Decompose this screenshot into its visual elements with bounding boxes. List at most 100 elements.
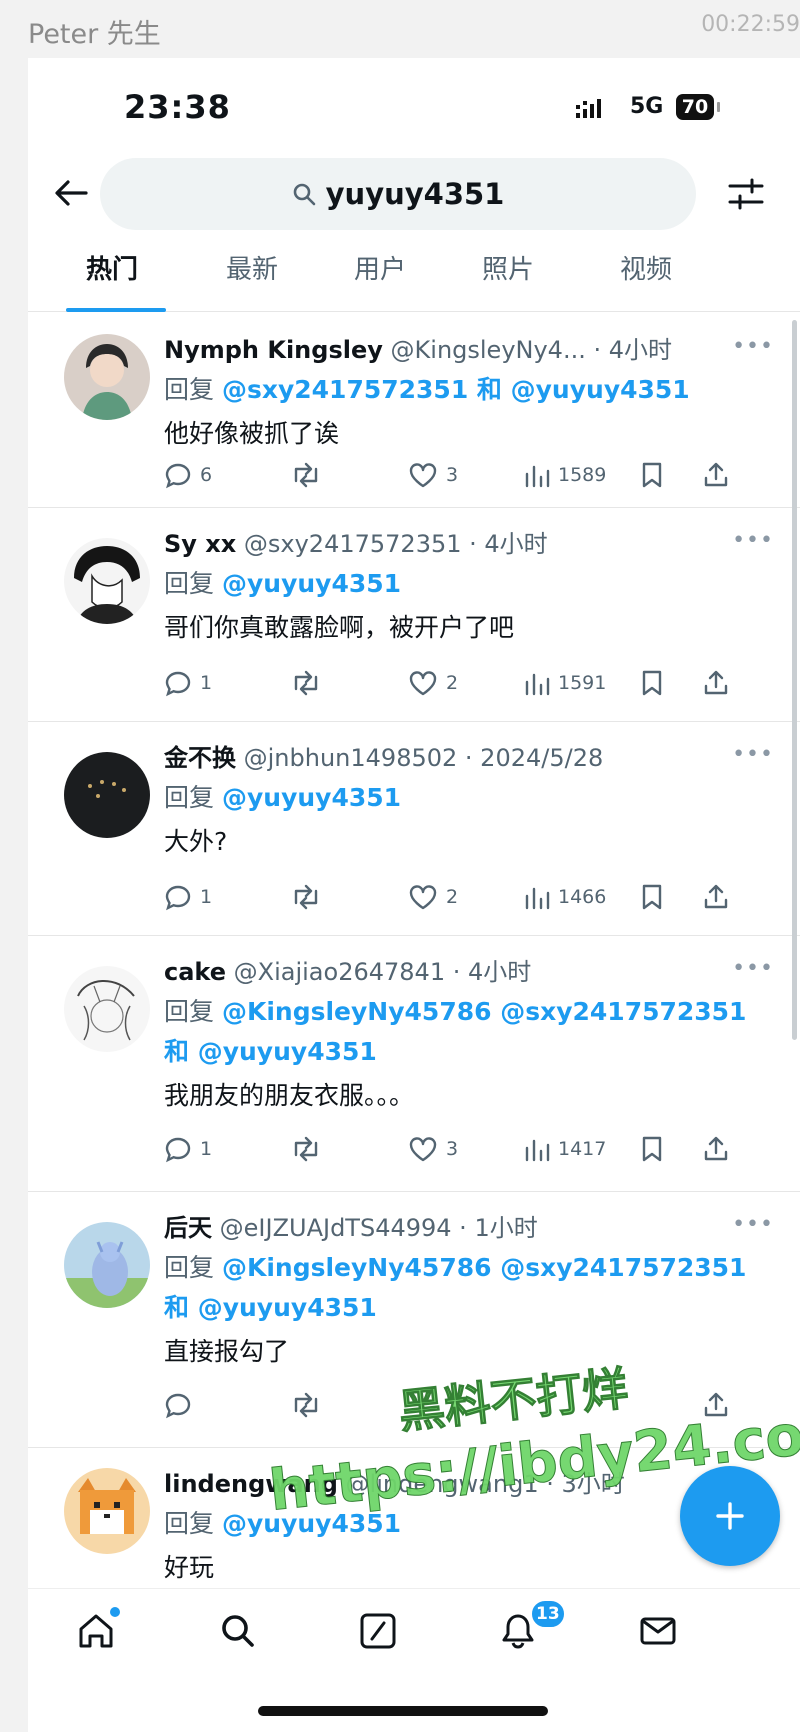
reply-context-line2: 和 @yuyuy4351 <box>164 1032 377 1068</box>
share-button[interactable] <box>702 1132 738 1166</box>
avatar[interactable] <box>64 538 150 624</box>
like-button[interactable]: 3 <box>408 1132 458 1166</box>
tweet-time: 4小时 <box>608 336 673 364</box>
retweet-button[interactable] <box>290 1388 330 1422</box>
tab-videos[interactable]: 视频 <box>620 246 672 312</box>
reply-mentions[interactable]: @sxy2417572351 和 @yuyuy4351 <box>222 375 690 404</box>
avatar[interactable] <box>64 334 150 420</box>
view-count: 1589 <box>558 464 607 486</box>
bookmark-icon <box>642 670 662 696</box>
reply-icon <box>165 1393 191 1419</box>
reply-prefix: 回复 <box>164 1509 215 1538</box>
reply-icon <box>165 885 191 911</box>
search-query: yuyuy4351 <box>325 177 505 211</box>
home-icon <box>79 1614 113 1648</box>
share-button[interactable] <box>702 458 738 492</box>
share-button[interactable] <box>702 880 738 914</box>
tweet-item[interactable]: Nymph Kingsley @KingsleyNy4... · 4小时 •••… <box>28 314 800 508</box>
views-icon <box>525 887 550 910</box>
author-name[interactable]: cake <box>164 958 226 986</box>
reply-mentions[interactable]: 和 @yuyuy4351 <box>164 1293 377 1322</box>
reply-button[interactable]: 6 <box>164 458 212 492</box>
views-button[interactable]: 1466 <box>524 880 606 914</box>
nav-notifications[interactable]: 13 <box>498 1599 566 1661</box>
avatar[interactable] <box>64 966 150 1052</box>
author-handle[interactable]: @jnbhun1498502 <box>244 744 458 772</box>
more-icon[interactable]: ••• <box>732 956 774 981</box>
home-indicator[interactable] <box>258 1706 548 1716</box>
bookmark-button[interactable] <box>640 880 672 914</box>
nav-explore[interactable] <box>218 1611 268 1661</box>
reply-icon <box>165 463 191 489</box>
avatar[interactable] <box>64 752 150 838</box>
more-icon[interactable]: ••• <box>732 334 774 359</box>
reply-count: 1 <box>200 886 213 908</box>
reply-mentions[interactable]: 和 @yuyuy4351 <box>164 1037 377 1066</box>
avatar[interactable] <box>64 1222 150 1308</box>
like-count: 3 <box>446 1138 459 1160</box>
back-button[interactable] <box>48 170 94 216</box>
retweet-icon <box>294 670 318 696</box>
tweet-time: 2024/5/28 <box>480 744 604 772</box>
bookmark-button[interactable] <box>640 458 672 492</box>
like-button[interactable]: 2 <box>408 666 458 700</box>
reply-count: 1 <box>200 672 213 694</box>
reply-count: 6 <box>200 464 213 486</box>
reply-button[interactable] <box>164 1388 200 1422</box>
reply-mentions[interactable]: @KingsleyNy45786 @sxy2417572351 <box>222 1253 747 1282</box>
tweet-text: 大外? <box>164 827 228 856</box>
more-icon[interactable]: ••• <box>732 1212 774 1237</box>
tab-top[interactable]: 热门 <box>86 246 138 312</box>
filter-icon[interactable] <box>724 172 768 216</box>
like-button[interactable]: 3 <box>408 458 458 492</box>
author-name[interactable]: Nymph Kingsley <box>164 336 383 364</box>
nav-grok[interactable] <box>358 1611 408 1661</box>
reply-mentions[interactable]: @yuyuy4351 <box>222 783 401 812</box>
scrollbar[interactable] <box>792 320 797 1040</box>
tweet-text: 我朋友的朋友衣服。。。 <box>164 1081 415 1110</box>
bookmark-button[interactable] <box>640 1132 672 1166</box>
author-name[interactable]: 金不换 <box>164 744 236 772</box>
like-button[interactable]: 2 <box>408 880 458 914</box>
retweet-button[interactable] <box>290 666 330 700</box>
avatar[interactable] <box>64 1468 150 1554</box>
compose-button[interactable] <box>680 1466 780 1566</box>
nav-messages[interactable] <box>638 1611 688 1661</box>
views-button[interactable]: 1589 <box>524 458 606 492</box>
author-name[interactable]: Sy xx <box>164 530 236 558</box>
reply-mentions[interactable]: @yuyuy4351 <box>222 569 401 598</box>
status-time: 23:38 <box>124 88 231 126</box>
tweet-item[interactable]: cake @Xiajiao2647841 · 4小时 ••• 回复 @Kings… <box>28 936 800 1192</box>
tweet-item[interactable]: 金不换 @jnbhun1498502 · 2024/5/28 ••• 回复 @y… <box>28 722 800 936</box>
author-handle[interactable]: @eIJZUAJdTS44994 <box>220 1214 452 1242</box>
search-input[interactable]: yuyuy4351 <box>100 158 696 230</box>
bookmark-button[interactable] <box>640 666 672 700</box>
more-icon[interactable]: ••• <box>732 742 774 767</box>
views-button[interactable]: 1417 <box>524 1132 606 1166</box>
reply-button[interactable]: 1 <box>164 666 212 700</box>
author-handle[interactable]: @sxy2417572351 <box>244 530 462 558</box>
views-button[interactable]: 1591 <box>524 666 606 700</box>
tweet-item[interactable]: Sy xx @sxy2417572351 · 4小时 ••• 回复 @yuyuy… <box>28 508 800 722</box>
outer-sender-name: Peter 先生 <box>28 19 161 50</box>
share-button[interactable] <box>702 666 738 700</box>
notifications-badge: 13 <box>530 1599 566 1629</box>
tweet-actions: 1 2 1466 <box>164 880 774 914</box>
retweet-button[interactable] <box>290 458 330 492</box>
more-icon[interactable]: ••• <box>732 528 774 553</box>
tweet-actions: 1 2 1591 <box>164 666 774 700</box>
author-handle[interactable]: @KingsleyNy4... <box>391 336 586 364</box>
reply-button[interactable]: 1 <box>164 880 212 914</box>
tab-latest[interactable]: 最新 <box>226 246 278 312</box>
tab-photos[interactable]: 照片 <box>482 246 534 312</box>
nav-home[interactable] <box>76 1607 126 1661</box>
author-handle[interactable]: @Xiajiao2647841 <box>234 958 445 986</box>
retweet-button[interactable] <box>290 880 330 914</box>
tweet-time: 4小时 <box>484 530 548 558</box>
reply-mentions[interactable]: @KingsleyNy45786 @sxy2417572351 <box>222 997 747 1026</box>
reply-button[interactable]: 1 <box>164 1132 212 1166</box>
retweet-button[interactable] <box>290 1132 330 1166</box>
signal-icon <box>576 99 601 118</box>
tab-people[interactable]: 用户 <box>354 246 406 312</box>
author-name[interactable]: 后天 <box>164 1214 212 1242</box>
